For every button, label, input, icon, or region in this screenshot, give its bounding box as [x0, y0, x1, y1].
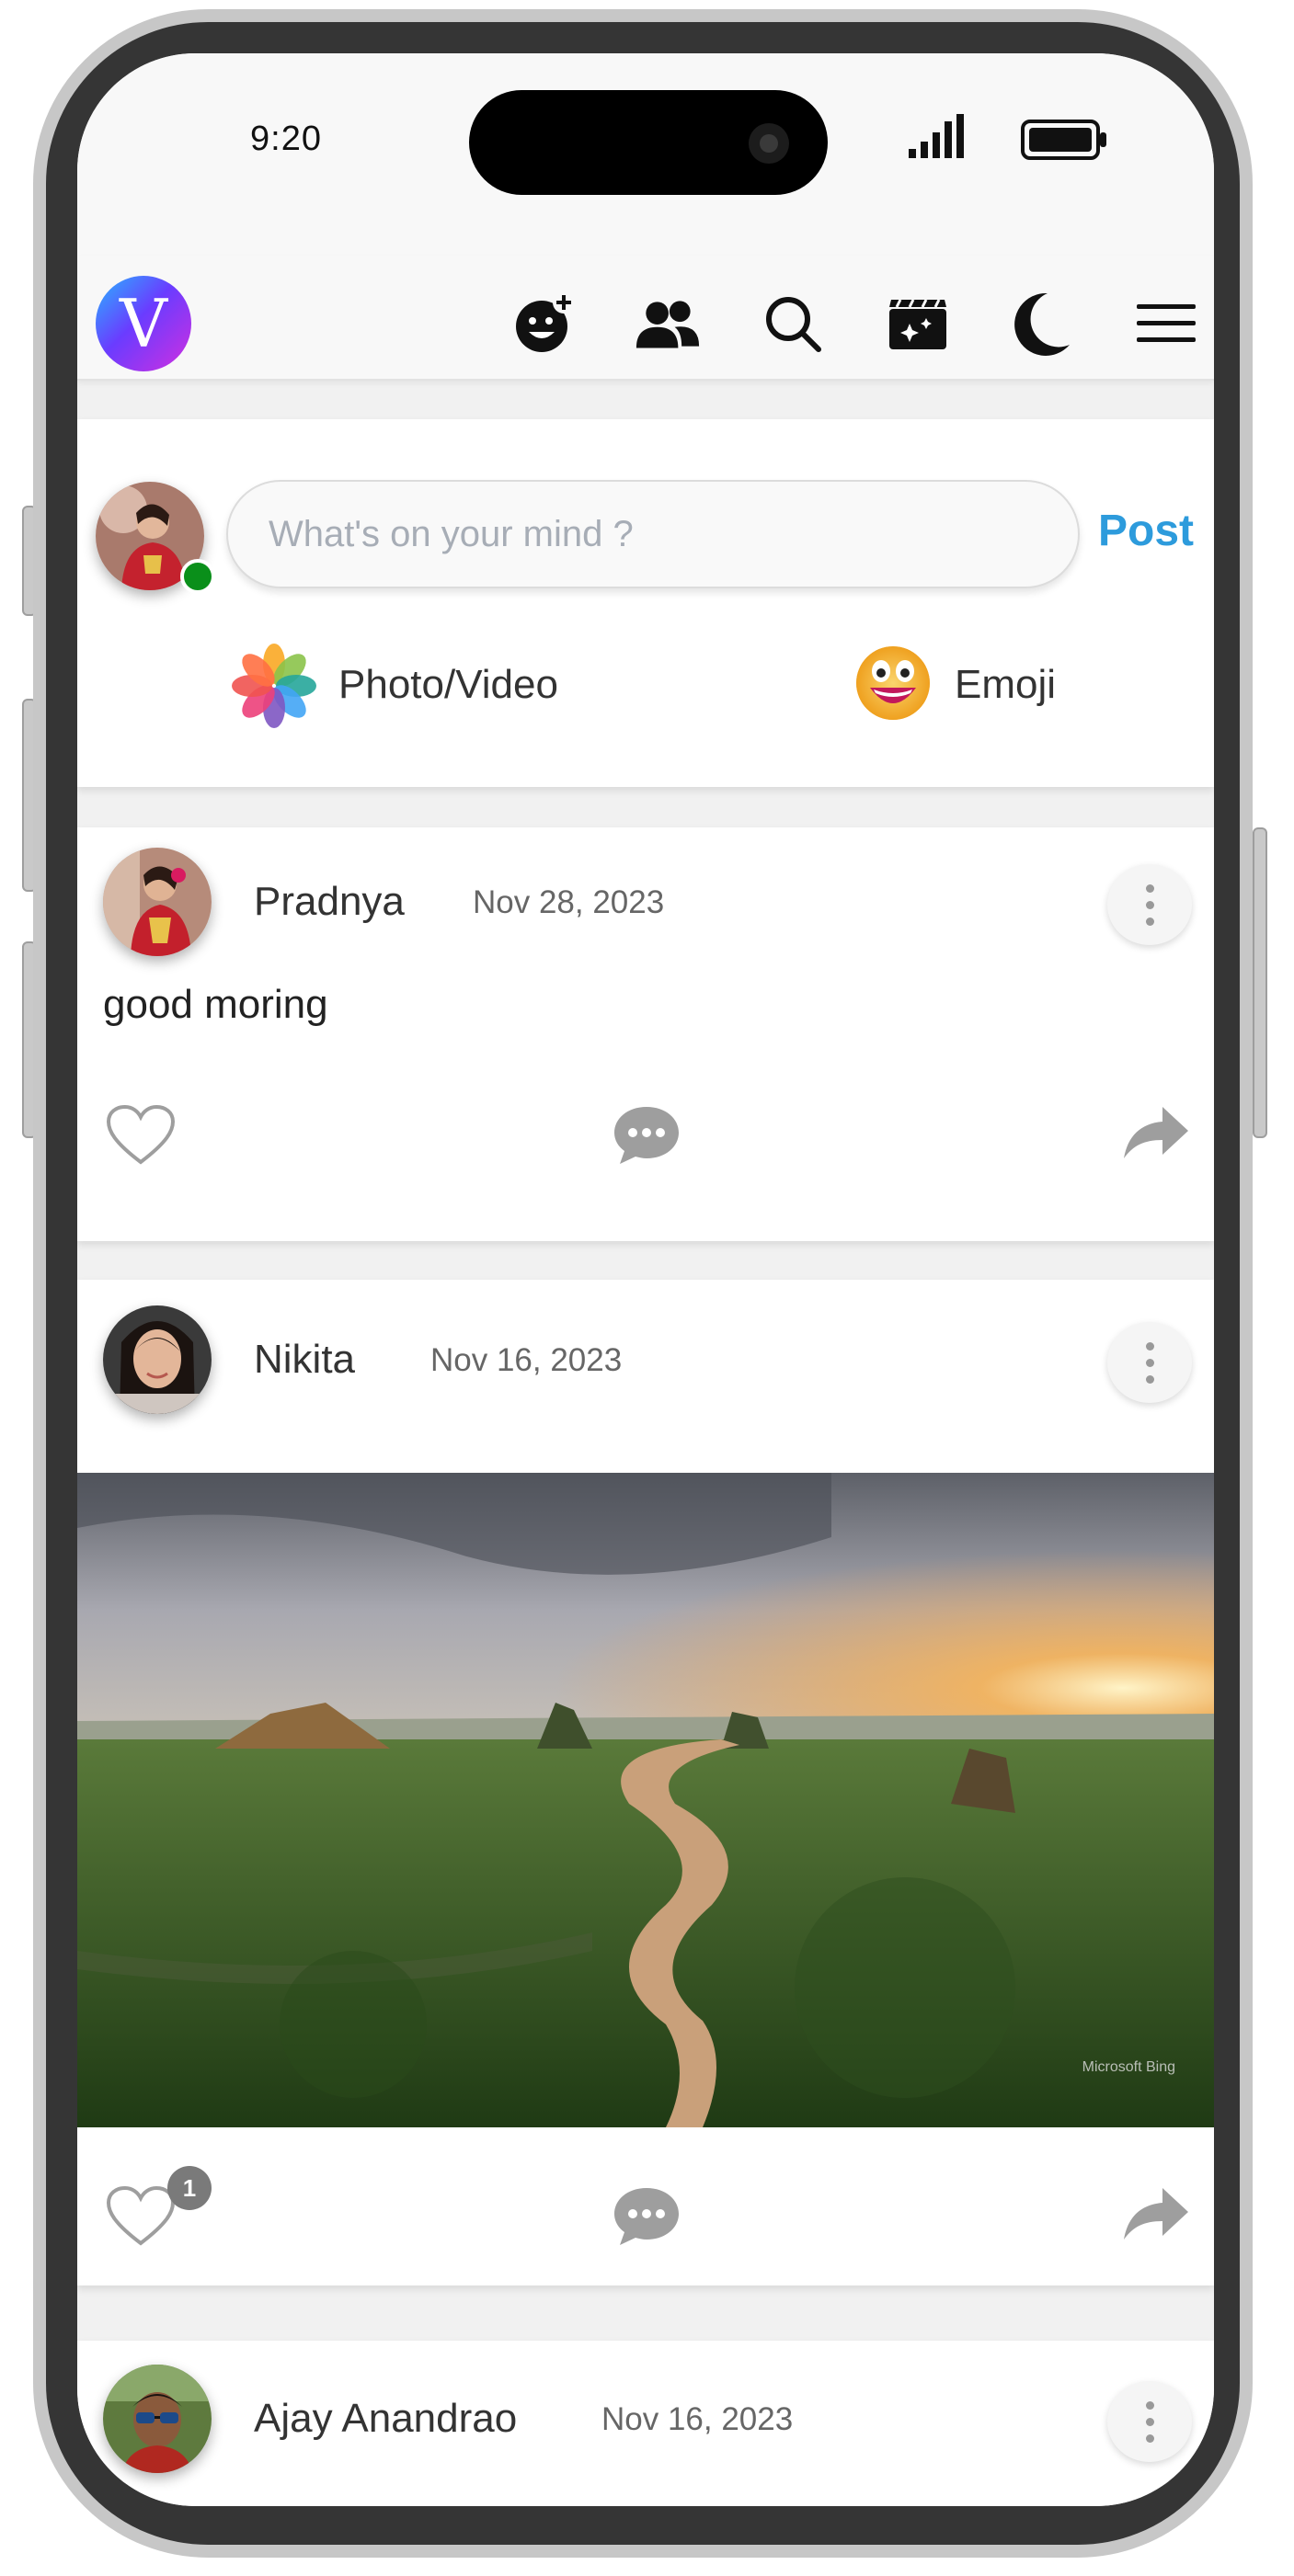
- comment-bubble-icon[interactable]: [613, 2184, 681, 2249]
- post-date: Nov 28, 2023: [473, 884, 665, 920]
- emoji-label: Emoji: [955, 662, 1057, 707]
- power-button: [1253, 827, 1267, 1138]
- add-friend-emoji-icon[interactable]: [511, 291, 578, 357]
- author-name[interactable]: Ajay Anandrao: [254, 2396, 517, 2442]
- post-options-button[interactable]: [1107, 1322, 1192, 1403]
- battery-icon: [1021, 120, 1106, 160]
- post-options-button[interactable]: [1107, 864, 1192, 945]
- emoji-face-icon: [856, 646, 930, 720]
- emoji-button[interactable]: Emoji: [853, 642, 1093, 730]
- like-count-badge: 1: [167, 2166, 212, 2210]
- signal-icon: [909, 114, 964, 158]
- post-date: Nov 16, 2023: [601, 2401, 794, 2437]
- post-card-ajay: Ajay Anandrao Nov 16, 2023: [77, 2341, 1214, 2506]
- camera-dot: [749, 123, 789, 164]
- share-arrow-icon[interactable]: [1122, 1103, 1190, 1162]
- friends-icon[interactable]: [635, 291, 701, 357]
- reels-icon[interactable]: [885, 291, 951, 357]
- status-time: 9:20: [250, 120, 322, 158]
- author-name[interactable]: Nikita: [254, 1337, 355, 1383]
- top-app-bar: V: [77, 256, 1214, 381]
- author-avatar[interactable]: [103, 2365, 212, 2473]
- post-card-pradnya: Pradnya Nov 28, 2023 good moring: [77, 827, 1214, 1241]
- image-watermark: Microsoft Bing: [1082, 2059, 1175, 2075]
- photos-flower-icon: [232, 644, 316, 728]
- whats-on-your-mind-input[interactable]: [226, 480, 1080, 588]
- dark-mode-moon-icon[interactable]: [1008, 291, 1074, 357]
- photo-video-button[interactable]: Photo/Video: [232, 642, 618, 730]
- search-icon[interactable]: [760, 291, 826, 357]
- post-text: good moring: [103, 982, 328, 1027]
- author-name[interactable]: Pradnya: [254, 879, 405, 925]
- online-status-dot: [180, 559, 215, 594]
- post-date: Nov 16, 2023: [430, 1342, 623, 1378]
- phone-screen: 9:20 V What's on your mind ? Post Photo/…: [77, 53, 1214, 2506]
- photo-video-label: Photo/Video: [338, 662, 558, 707]
- post-options-button[interactable]: [1107, 2381, 1192, 2462]
- share-arrow-icon[interactable]: [1122, 2184, 1190, 2243]
- author-avatar[interactable]: [103, 1305, 212, 1414]
- author-avatar[interactable]: [103, 848, 212, 956]
- comment-bubble-icon[interactable]: [613, 1103, 681, 1168]
- status-bar: 9:20: [77, 53, 1214, 256]
- post-image-landscape[interactable]: Microsoft Bing: [77, 1473, 1214, 2127]
- like-heart-icon[interactable]: [107, 2186, 175, 2247]
- app-logo[interactable]: V: [96, 276, 191, 371]
- composer-card: [77, 419, 1214, 787]
- menu-hamburger-icon[interactable]: [1133, 291, 1199, 357]
- post-button[interactable]: Post: [1098, 506, 1194, 556]
- like-heart-icon[interactable]: [107, 1105, 175, 1166]
